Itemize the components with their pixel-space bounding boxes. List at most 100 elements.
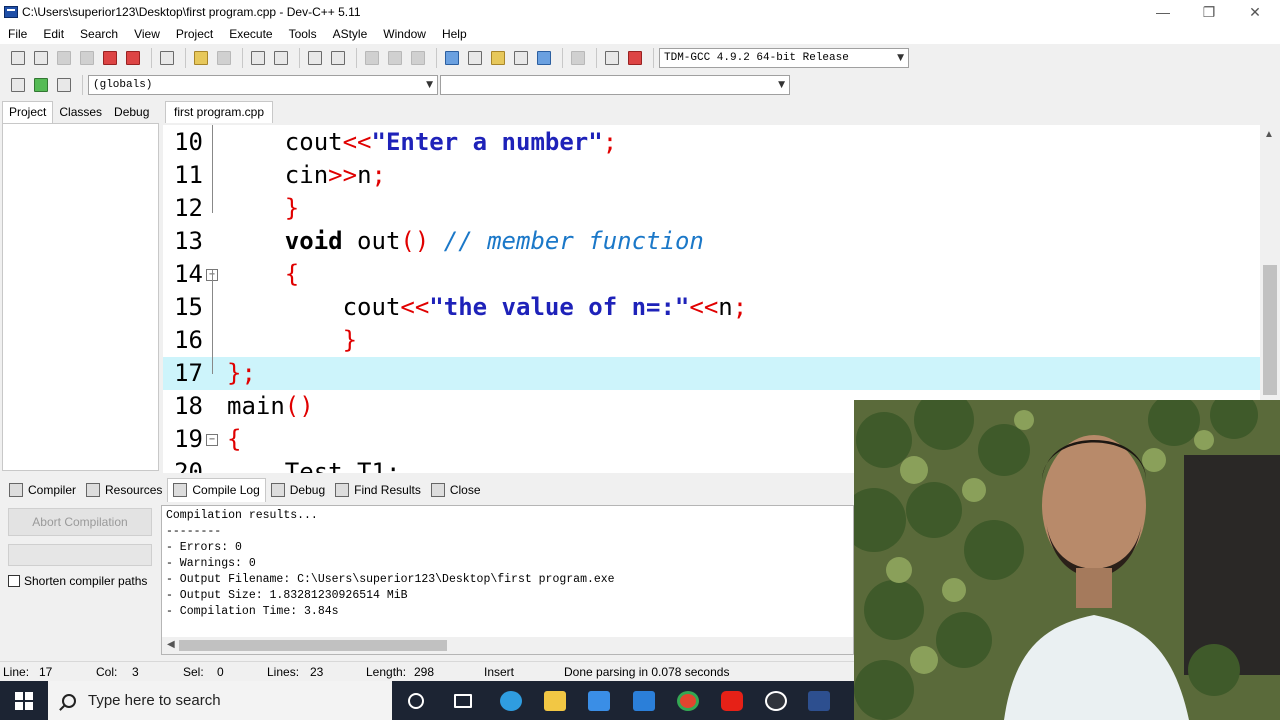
log-horizontal-scrollbar[interactable]: ◀ — [162, 637, 853, 654]
minimize-button[interactable]: — — [1140, 0, 1186, 24]
obs-icon[interactable] — [760, 685, 792, 717]
chrome-icon[interactable] — [672, 685, 704, 717]
close-file-icon[interactable] — [100, 48, 120, 68]
start-button[interactable] — [0, 681, 48, 720]
member-select[interactable]: ▼ — [440, 75, 790, 95]
menu-project[interactable]: Project — [168, 27, 221, 41]
compile-log-output[interactable]: Compilation results... -------- - Errors… — [161, 505, 854, 655]
status-sel-label: Sel: — [183, 665, 204, 679]
cortana-icon[interactable] — [400, 685, 432, 717]
menu-tools[interactable]: Tools — [281, 27, 325, 41]
insert-icon[interactable] — [31, 75, 51, 95]
scope-select[interactable]: (globals) ▼ — [88, 75, 438, 95]
line-number: 16 — [174, 326, 203, 354]
find-icon[interactable] — [248, 48, 268, 68]
compiler-select[interactable]: TDM-GCC 4.9.2 64-bit Release ▼ — [659, 47, 909, 68]
run-icon[interactable] — [465, 48, 485, 68]
shorten-paths-label: Shorten compiler paths — [24, 574, 148, 588]
tab-find-results[interactable]: Find Results — [330, 478, 426, 502]
restore-button[interactable]: ❐ — [1186, 0, 1232, 24]
task-view-icon[interactable] — [447, 685, 479, 717]
goto-forward-icon[interactable] — [385, 48, 405, 68]
tab-compile-log[interactable]: Compile Log — [167, 477, 266, 502]
new-project-icon[interactable] — [8, 75, 28, 95]
menu-file[interactable]: File — [0, 27, 35, 41]
youtube-icon[interactable] — [716, 685, 748, 717]
scroll-left-icon[interactable]: ◀ — [167, 639, 175, 650]
tab-project[interactable]: Project — [2, 101, 54, 123]
shorten-paths-checkbox[interactable] — [8, 575, 20, 587]
redo-icon[interactable] — [214, 48, 234, 68]
presenter-video-image — [854, 400, 1280, 720]
title-bar: C:\Users\superior123\Desktop\first progr… — [0, 0, 1280, 24]
compile-progress-bar — [8, 544, 152, 566]
replace-icon[interactable] — [271, 48, 291, 68]
menu-view[interactable]: View — [126, 27, 168, 41]
code-text: void out() // member function — [284, 227, 704, 255]
save-icon[interactable] — [54, 48, 74, 68]
status-length-value: 298 — [414, 665, 435, 679]
scrollbar-thumb[interactable] — [179, 640, 447, 651]
close-panel-icon — [430, 482, 445, 497]
menu-bar: File Edit Search View Project Execute To… — [0, 24, 1280, 44]
tab-first-program[interactable]: first program.cpp — [165, 101, 274, 123]
menu-execute[interactable]: Execute — [221, 27, 280, 41]
project-tree[interactable] — [2, 123, 159, 471]
tab-resources[interactable]: Resources — [81, 478, 167, 502]
tab-classes[interactable]: Classes — [53, 102, 108, 123]
toolbar-separator — [596, 47, 597, 68]
taskbar-search[interactable]: Type here to search — [48, 681, 392, 720]
status-col-label: Col: — [96, 665, 118, 679]
shorten-paths-option[interactable]: Shorten compiler paths — [8, 574, 147, 588]
edge-icon[interactable] — [495, 685, 527, 717]
menu-window[interactable]: Window — [375, 27, 434, 41]
close-window-button[interactable]: ✕ — [1232, 0, 1278, 24]
new-file-icon[interactable] — [8, 48, 28, 68]
code-line-17: 17 }; — [163, 357, 1260, 390]
menu-edit[interactable]: Edit — [35, 27, 72, 41]
status-length-label: Length: — [366, 665, 407, 679]
code-text: } — [284, 194, 300, 222]
store-icon[interactable] — [583, 685, 615, 717]
abort-compilation-button[interactable]: Abort Compilation — [8, 508, 152, 536]
indent-icon[interactable] — [305, 48, 325, 68]
line-number: 11 — [174, 161, 203, 189]
file-explorer-icon[interactable] — [539, 685, 571, 717]
tab-debug[interactable]: Debug — [108, 102, 155, 123]
save-all-icon[interactable] — [77, 48, 97, 68]
menu-help[interactable]: Help — [434, 27, 475, 41]
line-number: 18 — [174, 392, 203, 420]
mail-icon[interactable] — [628, 685, 660, 717]
syntax-check-icon[interactable] — [534, 48, 554, 68]
open-file-icon[interactable] — [31, 48, 51, 68]
resources-icon — [86, 482, 101, 497]
toggle-icon[interactable] — [54, 75, 74, 95]
compile-icon[interactable] — [442, 48, 462, 68]
compile-run-icon[interactable] — [488, 48, 508, 68]
rebuild-all-icon[interactable] — [511, 48, 531, 68]
tab-debug-output[interactable]: Debug — [266, 478, 330, 502]
debug-check-icon — [270, 482, 285, 497]
devcpp-icon[interactable] — [803, 685, 835, 717]
tab-close[interactable]: Close — [426, 478, 486, 502]
code-text: Test T1; — [227, 458, 401, 473]
undo-icon[interactable] — [191, 48, 211, 68]
code-line-14: 14 − { — [163, 258, 1260, 291]
print-icon[interactable] — [157, 48, 177, 68]
tab-compiler[interactable]: Compiler — [4, 478, 81, 502]
delete-profile-icon[interactable] — [625, 48, 645, 68]
fold-collapse-icon[interactable]: − — [206, 434, 218, 446]
unindent-icon[interactable] — [328, 48, 348, 68]
menu-astyle[interactable]: AStyle — [325, 27, 376, 41]
line-number: 13 — [174, 227, 203, 255]
stop-execution-icon[interactable] — [568, 48, 588, 68]
scrollbar-thumb[interactable] — [1263, 265, 1277, 395]
bookmark-icon[interactable] — [408, 48, 428, 68]
goto-back-icon[interactable] — [362, 48, 382, 68]
scroll-up-icon[interactable]: ▲ — [1264, 129, 1274, 140]
status-message: Done parsing in 0.078 seconds — [564, 665, 730, 679]
close-all-icon[interactable] — [123, 48, 143, 68]
menu-search[interactable]: Search — [72, 27, 126, 41]
fold-guide — [212, 270, 213, 374]
profile-icon[interactable] — [602, 48, 622, 68]
